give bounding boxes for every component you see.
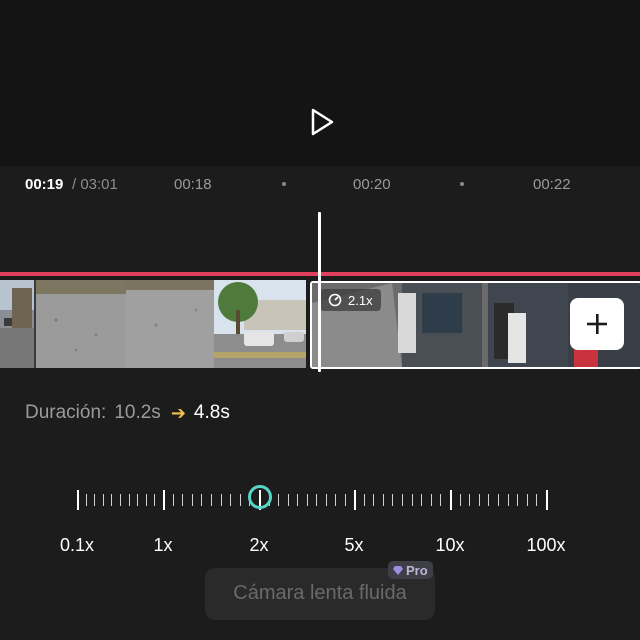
speed-slider-knob[interactable] xyxy=(248,485,272,509)
duration-original: 10.2s xyxy=(114,402,161,423)
slider-minor-tick xyxy=(382,494,384,506)
slider-minor-tick xyxy=(287,494,289,506)
playhead[interactable] xyxy=(318,212,321,372)
slider-minor-tick xyxy=(411,494,413,506)
slider-minor-tick xyxy=(172,494,174,506)
time-mark: 00:22 xyxy=(533,176,571,193)
slider-minor-tick xyxy=(526,494,528,506)
slider-major-tick xyxy=(77,490,79,510)
slider-minor-tick xyxy=(211,494,212,506)
diamond-icon xyxy=(393,565,403,575)
arrow-right-icon: ➔ xyxy=(170,402,186,423)
speed-label: 5x xyxy=(344,535,364,555)
slider-minor-tick xyxy=(85,494,87,506)
smooth-slowmo-label: Cámara lenta fluida xyxy=(233,582,407,604)
total-time: / 03:01 xyxy=(72,176,118,193)
slider-minor-tick xyxy=(316,494,317,506)
pro-badge: Pro xyxy=(388,561,433,579)
slider-minor-tick xyxy=(421,494,423,506)
slider-major-tick xyxy=(163,490,165,510)
slider-major-tick xyxy=(354,490,356,510)
speed-label: 10x xyxy=(435,535,465,555)
speed-label: 1x xyxy=(153,535,173,555)
duration-new: 4.8s xyxy=(193,402,230,423)
slider-minor-tick xyxy=(373,494,375,506)
slider-minor-tick xyxy=(182,494,184,506)
slider-minor-tick xyxy=(102,494,104,506)
speed-icon xyxy=(328,293,342,307)
slider-minor-tick xyxy=(137,494,139,506)
slider-minor-tick xyxy=(111,494,113,506)
pro-badge-label: Pro xyxy=(406,562,428,578)
slider-minor-tick xyxy=(94,494,96,506)
add-clip-button[interactable] xyxy=(570,298,624,350)
slider-minor-tick xyxy=(440,494,442,506)
slider-minor-tick xyxy=(128,494,130,506)
slider-minor-tick xyxy=(230,494,232,506)
plus-icon xyxy=(587,314,607,334)
thumbnail-asphalt xyxy=(126,280,214,368)
slider-minor-tick xyxy=(306,494,308,506)
current-time: 00:19 xyxy=(25,176,64,193)
slider-minor-tick xyxy=(191,494,193,506)
slider-minor-tick xyxy=(517,494,519,506)
thumbnail-asphalt xyxy=(36,280,126,368)
duration-info: Duración: 10.2s ➔ 4.8s xyxy=(25,402,230,424)
slider-major-tick xyxy=(546,490,548,510)
slider-minor-tick xyxy=(459,494,461,506)
slider-minor-tick xyxy=(325,494,327,506)
slider-minor-tick xyxy=(145,494,147,506)
duration-label: Duración: xyxy=(25,402,107,423)
speed-label: 100x xyxy=(526,535,566,555)
time-mark: 00:18 xyxy=(174,176,212,193)
slider-minor-tick xyxy=(278,494,279,506)
slider-minor-tick xyxy=(201,494,203,506)
slider-minor-tick xyxy=(392,494,394,506)
slider-minor-tick xyxy=(363,494,365,506)
time-mark: 00:20 xyxy=(353,176,391,193)
slider-minor-tick xyxy=(507,494,509,506)
slider-minor-tick xyxy=(154,494,156,506)
video-preview[interactable] xyxy=(0,0,640,166)
speed-slider[interactable] xyxy=(0,480,640,520)
slider-minor-tick xyxy=(478,494,480,506)
slider-minor-tick xyxy=(220,494,222,506)
slider-minor-tick xyxy=(469,494,471,506)
speed-tag: 2.1x xyxy=(320,289,381,311)
play-icon[interactable] xyxy=(305,106,337,138)
slider-minor-tick xyxy=(239,494,241,506)
slider-minor-tick xyxy=(297,494,298,506)
slider-minor-tick xyxy=(402,494,403,506)
slider-major-tick xyxy=(450,490,452,510)
slider-minor-tick xyxy=(498,494,499,506)
speed-label: 0.1x xyxy=(59,535,95,555)
slider-minor-tick xyxy=(335,494,336,506)
slider-minor-tick xyxy=(120,494,121,506)
thumbnail-street-view xyxy=(214,280,306,368)
slider-minor-tick xyxy=(536,494,538,506)
time-dot xyxy=(282,182,286,186)
timeline-ruler: 00:19 / 03:01 00:18 00:20 00:22 xyxy=(0,166,640,206)
time-dot xyxy=(460,182,464,186)
video-clip-previous[interactable] xyxy=(0,280,306,368)
slider-minor-tick xyxy=(344,494,346,506)
speed-tag-label: 2.1x xyxy=(348,292,373,308)
thumbnail-street xyxy=(0,280,34,368)
slider-minor-tick xyxy=(488,494,490,506)
speed-label: 2x xyxy=(249,535,269,555)
slider-minor-tick xyxy=(430,494,432,506)
